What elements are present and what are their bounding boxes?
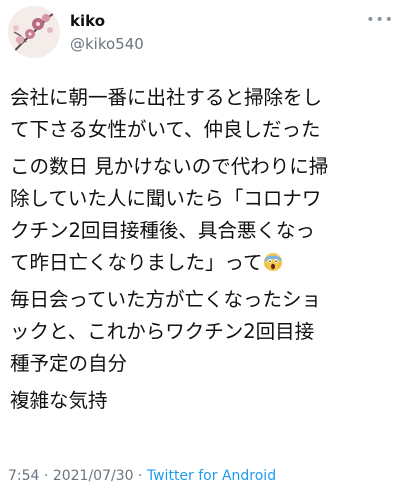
avatar-flower-image xyxy=(8,6,60,58)
text-line: この数日 見かけないので代わりに掃 xyxy=(10,155,329,178)
separator: · xyxy=(133,468,147,484)
user-info[interactable]: kiko @kiko540 xyxy=(70,12,144,54)
tweet-paragraph-1: 会社に朝一番に出社すると掃除をし て下さる女性がいて、仲良しだった xyxy=(10,82,405,146)
avatar[interactable] xyxy=(8,6,60,58)
tweet-card: kiko @kiko540 ••• 会社に朝一番に出社すると掃除をし て下さる女… xyxy=(0,0,410,502)
tweet-date[interactable]: 2021/07/30 xyxy=(53,468,134,484)
tweet-paragraph-3: 毎日会っていた方が亡くなったショ ックと、これからワクチン2回目接 種予定の自分 xyxy=(10,284,405,380)
face-screaming-in-fear-icon xyxy=(263,253,282,271)
text-line: 種予定の自分 xyxy=(10,352,128,375)
tweet-time[interactable]: 7:54 xyxy=(8,468,39,484)
text-line: 除していた人に聞いたら「コロナワ xyxy=(10,187,322,210)
text-line: て下さる女性がいて、仲良しだった xyxy=(10,118,321,141)
tweet-meta: 7:54 · 2021/07/30 · Twitter for Android xyxy=(8,468,276,484)
tweet-paragraph-4: 複雑な気持 xyxy=(10,385,405,417)
tweet-paragraph-2: この数日 見かけないので代わりに掃 除していた人に聞いたら「コロナワ クチン2回… xyxy=(10,151,405,279)
text-line: ックと、これからワクチン2回目接 xyxy=(10,320,315,343)
user-handle[interactable]: @kiko540 xyxy=(70,34,144,54)
display-name[interactable]: kiko xyxy=(70,12,144,30)
text-line: クチン2回目接種後、具合悪くなっ xyxy=(10,219,315,242)
tweet-source-link[interactable]: Twitter for Android xyxy=(147,468,276,484)
tweet-text: 会社に朝一番に出社すると掃除をし て下さる女性がいて、仲良しだった この数日 見… xyxy=(10,82,405,422)
tweet-header: kiko @kiko540 ••• xyxy=(8,6,402,62)
text-line: 複雑な気持 xyxy=(10,389,108,412)
text-line-with-emoji: て昨日亡くなりました」って xyxy=(10,247,405,279)
more-options-icon[interactable]: ••• xyxy=(366,12,394,28)
text-line: 毎日会っていた方が亡くなったショ xyxy=(10,288,322,311)
separator: · xyxy=(39,468,53,484)
text-line: て昨日亡くなりました」って xyxy=(10,251,263,274)
text-line: 会社に朝一番に出社すると掃除をし xyxy=(10,86,323,109)
